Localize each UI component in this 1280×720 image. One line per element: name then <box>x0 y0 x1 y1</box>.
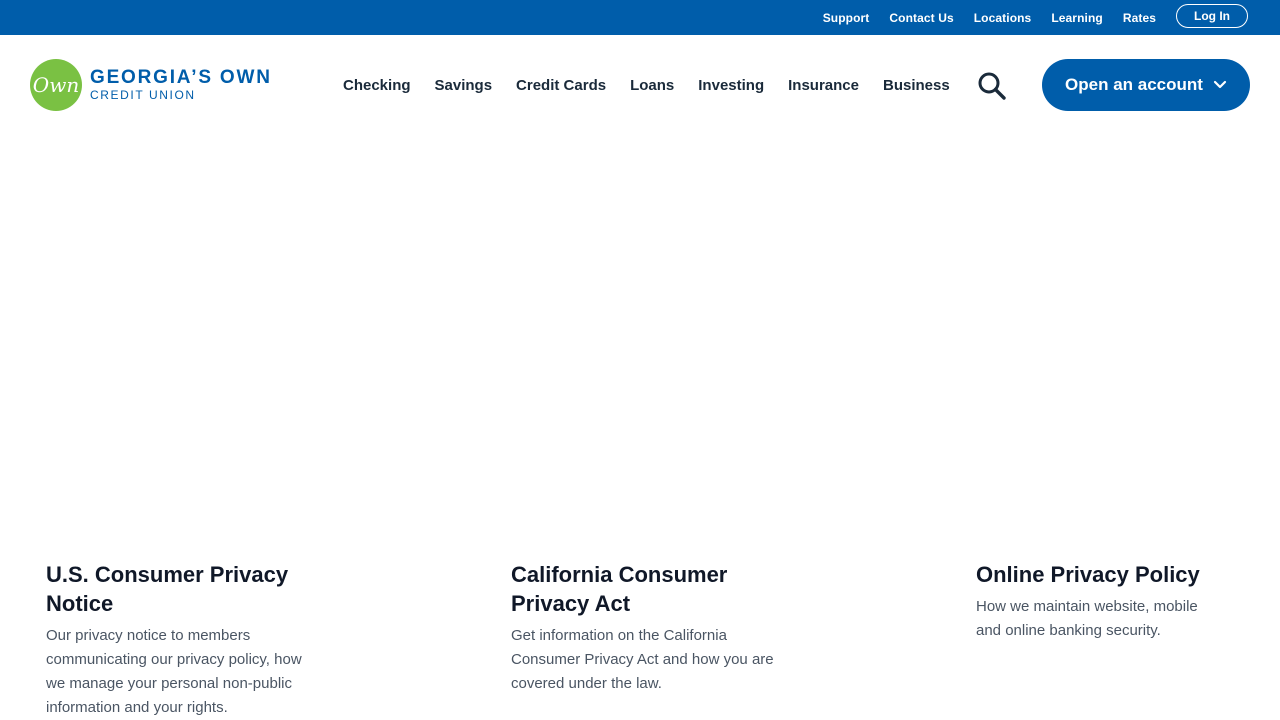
main-header: Own GEORGIA’S OWN CREDIT UNION Checking … <box>0 35 1280 135</box>
nav-item-savings[interactable]: Savings <box>435 77 493 94</box>
search-button[interactable] <box>976 70 1008 102</box>
nav-item-loans[interactable]: Loans <box>630 77 674 94</box>
card-online-privacy-policy[interactable]: Online Privacy Policy How we maintain we… <box>976 560 1226 643</box>
logo-line-1: GEORGIA’S OWN <box>90 67 272 88</box>
utility-nav: Support Contact Us Locations Learning Ra… <box>823 0 1156 35</box>
open-account-button[interactable]: Open an account <box>1042 59 1250 111</box>
utility-link-contact-us[interactable]: Contact Us <box>889 11 953 25</box>
logo-line-2: CREDIT UNION <box>90 88 196 102</box>
card-title[interactable]: California Consumer Privacy Act <box>511 560 776 618</box>
chevron-down-icon <box>1213 80 1227 89</box>
open-account-label: Open an account <box>1065 75 1203 94</box>
card-description: Get information on the California Consum… <box>511 627 774 692</box>
search-icon <box>978 72 1006 100</box>
utility-link-locations[interactable]: Locations <box>974 11 1032 25</box>
card-title[interactable]: Online Privacy Policy <box>976 560 1226 589</box>
card-us-consumer-privacy[interactable]: U.S. Consumer Privacy Notice Our privacy… <box>46 560 311 720</box>
utility-link-rates[interactable]: Rates <box>1123 11 1156 25</box>
logo-mark: Own <box>30 59 82 111</box>
utility-link-learning[interactable]: Learning <box>1051 11 1102 25</box>
nav-item-credit-cards[interactable]: Credit Cards <box>516 77 606 94</box>
card-description: How we maintain website, mobile and onli… <box>976 598 1198 639</box>
logo-wordmark: GEORGIA’S OWN CREDIT UNION <box>90 67 272 103</box>
nav-item-checking[interactable]: Checking <box>343 77 411 94</box>
card-description: Our privacy notice to members communicat… <box>46 627 302 716</box>
nav-item-insurance[interactable]: Insurance <box>788 77 859 94</box>
primary-nav: Checking Savings Credit Cards Loans Inve… <box>343 35 950 135</box>
nav-item-business[interactable]: Business <box>883 77 950 94</box>
card-california-consumer-privacy[interactable]: California Consumer Privacy Act Get info… <box>511 560 776 696</box>
nav-item-investing[interactable]: Investing <box>698 77 764 94</box>
logo[interactable]: Own GEORGIA’S OWN CREDIT UNION <box>30 59 272 111</box>
utility-bar: Support Contact Us Locations Learning Ra… <box>0 0 1280 35</box>
utility-link-support[interactable]: Support <box>823 11 870 25</box>
card-title[interactable]: U.S. Consumer Privacy Notice <box>46 560 311 618</box>
login-button[interactable]: Log In <box>1176 4 1248 28</box>
privacy-cards: U.S. Consumer Privacy Notice Our privacy… <box>46 560 1246 720</box>
